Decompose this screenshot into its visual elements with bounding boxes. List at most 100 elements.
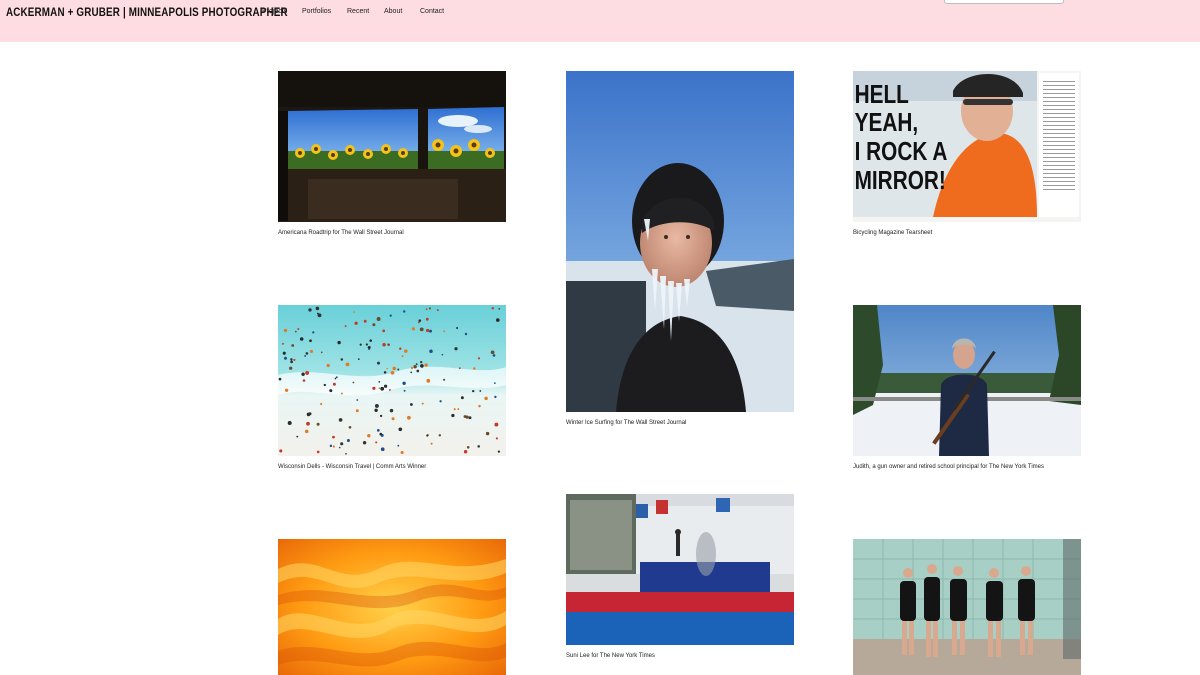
swimmer-dot xyxy=(443,378,446,381)
swimmer-dot xyxy=(403,310,406,313)
swimmer-dot xyxy=(305,370,310,375)
swimmer-dot xyxy=(426,378,431,383)
swimmer-dot xyxy=(376,429,380,432)
swimmer-dot xyxy=(451,413,455,418)
swimmer-dot xyxy=(329,389,333,393)
tearsheet-headline-line1: HELL xyxy=(855,80,909,109)
site-title[interactable]: ACKERMAN + GRUBER | MINNEAPOLIS PHOTOGRA… xyxy=(6,5,288,19)
swimmer-dot xyxy=(383,371,387,374)
swimmer-dot xyxy=(326,363,330,368)
nav-item-portfolios[interactable]: Portfolios xyxy=(302,8,331,15)
swimmer-dot xyxy=(297,328,300,330)
swimmer-dot xyxy=(306,421,310,426)
swimmer-dot xyxy=(492,354,496,357)
swimmer-dot xyxy=(278,377,282,381)
swimmer-dot xyxy=(425,308,428,310)
swimmer-dot xyxy=(425,317,429,321)
swimmer-dot xyxy=(289,366,293,370)
swimmer-dot xyxy=(312,331,315,334)
photo-fire-texture[interactable] xyxy=(278,539,506,675)
swimmer-dot xyxy=(404,349,408,353)
swimmer-dot xyxy=(428,307,431,310)
swimmer-dot xyxy=(425,328,430,333)
photo-bicycling-tearsheet[interactable]: HELL YEAH, I ROCK A MIRROR! xyxy=(853,71,1081,222)
nav-item-about[interactable]: About xyxy=(384,8,402,15)
nav-item-recent[interactable]: Recent xyxy=(347,8,369,15)
swimmer-dot xyxy=(388,388,391,391)
swimmer-dot xyxy=(377,361,380,365)
swimmer-dot xyxy=(477,445,480,448)
swimmer-dot xyxy=(305,352,309,355)
swimmer-dot xyxy=(316,450,320,454)
swimmer-dot xyxy=(323,383,326,387)
swimmer-dot xyxy=(337,340,341,345)
swimmer-dot xyxy=(397,368,400,371)
swimmer-dot xyxy=(332,382,336,386)
swimmer-dot xyxy=(439,400,442,403)
photo-americana-roadtrip[interactable] xyxy=(278,71,506,222)
swimmer-dot xyxy=(380,447,385,452)
swimmer-dot xyxy=(415,363,418,365)
swimmer-dot xyxy=(420,364,424,368)
swimmer-dot xyxy=(429,329,432,333)
swimmer-dot xyxy=(411,327,416,331)
nav-item-projects[interactable]: Projects xyxy=(262,8,287,15)
swimmer-dot xyxy=(320,402,323,406)
nav-item-contact[interactable]: Contact xyxy=(420,8,444,15)
swimmer-dot xyxy=(417,321,420,324)
swimmer-dot xyxy=(478,404,481,408)
search-input[interactable] xyxy=(944,0,1064,4)
caption-judith: Judith, a gun owner and retired school p… xyxy=(853,464,1044,470)
swimmer-dot xyxy=(397,444,400,447)
swimmer-dot xyxy=(389,314,392,317)
photo-winter-ice-surfing[interactable] xyxy=(566,71,794,412)
swimmer-dot xyxy=(456,327,459,329)
swimmer-dot xyxy=(291,344,295,347)
swimmer-dot xyxy=(363,319,367,323)
swimmer-dot xyxy=(309,339,312,343)
photo-swimmers-pool[interactable] xyxy=(853,539,1081,675)
swimmer-dot xyxy=(372,386,376,390)
swimmer-dot xyxy=(316,422,320,426)
swimmer-dot xyxy=(496,318,500,322)
swimmer-dot xyxy=(338,446,341,449)
swimmer-dot xyxy=(365,343,369,346)
swimmer-dot xyxy=(282,342,284,345)
swimmer-dot xyxy=(308,412,312,416)
swimmer-dot xyxy=(290,360,293,364)
photo-suni-lee[interactable] xyxy=(566,494,794,645)
swimmer-dot xyxy=(479,390,482,392)
caption-bicycling: Bicycling Magazine Tearsheet xyxy=(853,230,933,236)
swimmer-dot xyxy=(283,328,288,333)
caption-ice-surfing: Winter Ice Surfing for The Wall Street J… xyxy=(566,420,687,426)
swimmer-dot xyxy=(416,369,420,373)
swimmer-dot xyxy=(466,446,470,449)
swimmer-dot xyxy=(398,427,403,432)
swimmer-dot xyxy=(334,377,337,380)
swimmer-dot xyxy=(464,332,468,336)
swimmer-dot xyxy=(348,425,352,429)
swimmer-dot xyxy=(296,435,299,438)
swimmer-dot xyxy=(494,395,497,399)
swimmer-dot xyxy=(301,372,305,376)
swimmer-dot xyxy=(362,441,367,445)
site-header: ACKERMAN + GRUBER | MINNEAPOLIS PHOTOGRA… xyxy=(0,0,1200,42)
swimmer-dot xyxy=(382,329,386,333)
swimmer-dot xyxy=(356,399,359,401)
swimmer-dot xyxy=(332,445,335,448)
swimmer-dot xyxy=(454,347,458,351)
swimmer-dot xyxy=(441,353,444,356)
swimmer-dot xyxy=(392,366,396,371)
swimmer-dot xyxy=(315,306,320,311)
swimmer-dot xyxy=(403,389,406,392)
swimmer-dot xyxy=(352,381,355,384)
swimmer-dot xyxy=(355,409,359,413)
swimmer-dot xyxy=(463,449,468,454)
photo-judith-portrait[interactable] xyxy=(853,305,1081,456)
swimmer-dot xyxy=(308,308,312,312)
swimmer-dot xyxy=(498,307,501,310)
swimmer-dot xyxy=(485,431,490,436)
photo-wisconsin-dells[interactable] xyxy=(278,305,506,456)
swimmer-dot xyxy=(359,343,362,346)
swimmer-dot xyxy=(375,441,378,444)
